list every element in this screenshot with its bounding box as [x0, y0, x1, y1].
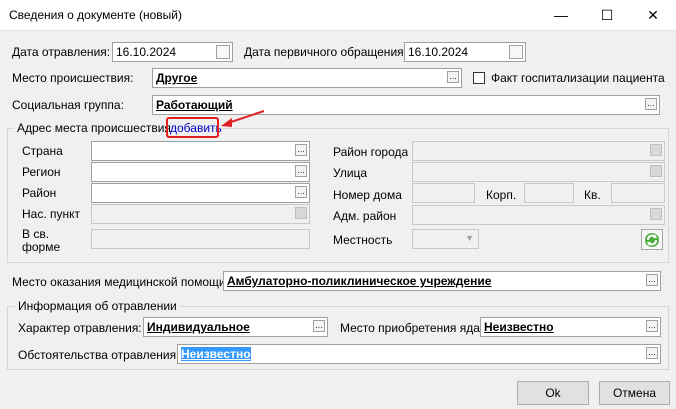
browse-icon[interactable]: ... — [646, 320, 658, 332]
settlement-label: Нас. пункт — [22, 207, 81, 221]
country-label: Страна — [22, 144, 63, 158]
first-visit-date-value: 16.10.2024 — [408, 45, 469, 59]
district-field[interactable]: ... — [91, 183, 310, 203]
browse-icon[interactable]: ... — [447, 71, 459, 83]
region-field[interactable]: ... — [91, 162, 310, 182]
poisoning-date-label: Дата отравления: — [12, 45, 111, 59]
apartment-field — [611, 183, 665, 203]
care-place-label: Место оказания медицинской помощи: — [12, 275, 229, 289]
building-field — [524, 183, 574, 203]
building-label: Корп. — [486, 188, 517, 202]
admin-district-label: Адм. район — [333, 209, 397, 223]
district-label: Район — [22, 186, 57, 200]
browse-icon: ... — [650, 208, 662, 220]
incident-place-value: Другое — [156, 71, 198, 85]
browse-icon[interactable]: ... — [295, 186, 307, 198]
city-district-field: ... — [412, 141, 665, 161]
poison-source-value: Неизвестно — [484, 320, 554, 334]
house-number-field — [412, 183, 475, 203]
circumstances-label: Обстоятельства отравления: — [18, 348, 180, 362]
close-button[interactable]: ✕ — [630, 0, 676, 30]
incident-place-label: Место происшествия: — [12, 71, 134, 85]
chevron-down-icon: ▼ — [465, 233, 474, 243]
browse-icon[interactable]: ... — [295, 165, 307, 177]
street-label: Улица — [333, 166, 368, 180]
care-place-value: Амбулаторно-поликлиническое учреждение — [227, 274, 492, 288]
settlement-field: ... — [91, 204, 310, 224]
browse-icon[interactable]: ... — [645, 98, 657, 110]
incident-place-field[interactable]: Другое ... — [152, 68, 462, 88]
in-form-field — [91, 229, 310, 249]
refresh-button[interactable] — [641, 229, 663, 250]
browse-icon[interactable]: ... — [295, 144, 307, 156]
poisoning-nature-label: Характер отравления: — [18, 321, 142, 335]
poison-source-field[interactable]: Неизвестно ... — [480, 317, 661, 337]
poisoning-date-field[interactable]: 16.10.2024 — [112, 42, 233, 62]
first-visit-date-label: Дата первичного обращения: — [244, 45, 407, 59]
care-place-field[interactable]: Амбулаторно-поликлиническое учреждение .… — [223, 271, 661, 291]
poisoning-nature-value: Индивидуальное — [147, 320, 250, 334]
cancel-button[interactable]: Отмена — [599, 381, 670, 405]
ok-button[interactable]: Ok — [517, 381, 589, 405]
city-district-label: Район города — [333, 145, 409, 159]
locality-select: ▼ — [412, 229, 479, 249]
maximize-button[interactable]: ☐ — [584, 0, 630, 30]
browse-icon: ... — [650, 165, 662, 177]
poisoning-info-group-title: Информация об отравлении — [15, 299, 180, 313]
street-field: ... — [412, 162, 665, 182]
poisoning-date-value: 16.10.2024 — [116, 45, 177, 59]
browse-icon: ... — [650, 144, 662, 156]
country-field[interactable]: ... — [91, 141, 310, 161]
refresh-icon — [645, 232, 659, 247]
browse-icon[interactable]: ... — [646, 274, 658, 286]
first-visit-date-field[interactable]: 16.10.2024 — [404, 42, 526, 62]
social-group-label: Социальная группа: — [12, 98, 124, 112]
window-title: Сведения о документе (новый) — [9, 8, 183, 22]
circumstances-field[interactable]: Неизвестно ... — [177, 344, 661, 364]
admin-district-field: ... — [412, 205, 665, 225]
calendar-icon[interactable] — [509, 45, 523, 59]
poisoning-nature-field[interactable]: Индивидуальное ... — [143, 317, 328, 337]
calendar-icon[interactable] — [216, 45, 230, 59]
hospitalization-label: Факт госпитализации пациента — [491, 71, 665, 85]
annotation-arrow — [221, 110, 265, 127]
circumstances-value: Неизвестно — [181, 347, 251, 361]
house-number-label: Номер дома — [333, 188, 402, 202]
hospitalization-checkbox[interactable] — [473, 72, 485, 84]
in-form-label: В св. форме — [22, 227, 61, 254]
browse-icon[interactable]: ... — [646, 347, 658, 359]
locality-label: Местность — [333, 233, 393, 247]
region-label: Регион — [22, 165, 61, 179]
address-group-title: Адрес места происшествия — [14, 121, 174, 135]
apartment-label: Кв. — [584, 188, 601, 202]
annotation-highlight-box — [166, 117, 219, 138]
poison-source-label: Место приобретения яда: — [340, 321, 484, 335]
minimize-button[interactable]: — — [538, 0, 584, 30]
browse-icon[interactable]: ... — [313, 320, 325, 332]
browse-icon: ... — [295, 207, 307, 219]
